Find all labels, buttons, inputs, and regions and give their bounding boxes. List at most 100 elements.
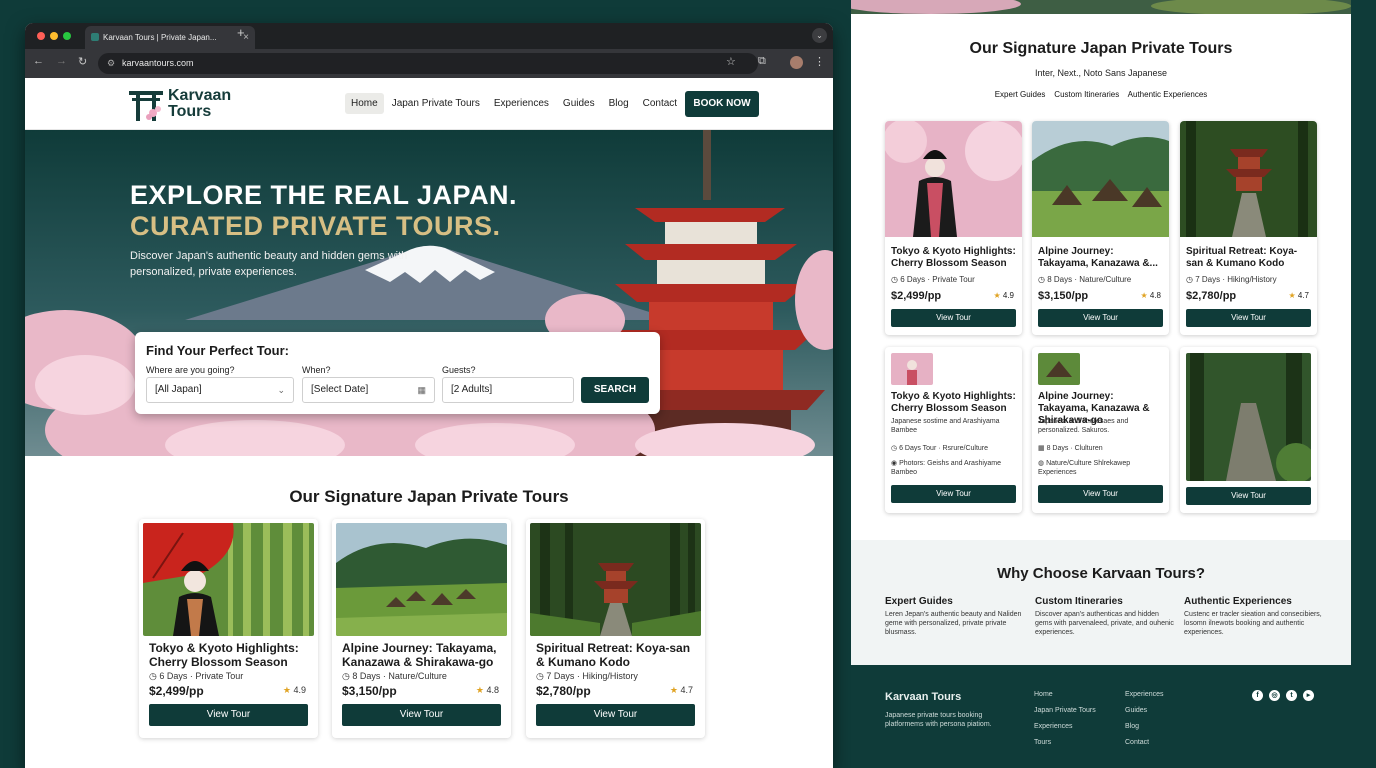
hero-section: EXPLORE THE REAL JAPAN. CURATED PRIVATE … xyxy=(25,130,833,456)
star-icon: ★ xyxy=(993,291,1001,300)
why-col-expert-guides: Expert Guides Leren Jepan's authentic be… xyxy=(885,596,1025,637)
view-tour-button[interactable]: View Tour xyxy=(891,485,1016,503)
where-value: [All Japan] xyxy=(155,384,202,395)
nav-blog[interactable]: Blog xyxy=(603,93,635,114)
twitter-icon[interactable]: t xyxy=(1286,690,1297,701)
clock-icon: ◷ xyxy=(1038,275,1045,284)
tour-meta: ◷ 8 Days · Nature/Culture xyxy=(342,671,447,681)
tour-card[interactable]: View Tour xyxy=(1180,347,1317,513)
tour-card[interactable]: Spiritual Retreat: Koya-san & Kumano Kod… xyxy=(526,519,705,738)
tour-rating: ★ 4.9 xyxy=(993,291,1014,300)
facebook-icon[interactable]: f xyxy=(1252,690,1263,701)
alpine-village-photo xyxy=(336,523,507,636)
back-icon[interactable]: ← xyxy=(33,55,44,67)
clock-icon: ◷ xyxy=(536,671,544,681)
why-choose-section: Why Choose Karvaan Tours? Expert Guides … xyxy=(851,540,1351,665)
calendar-icon: ▦ xyxy=(1038,445,1045,452)
close-window-icon[interactable] xyxy=(37,32,45,40)
footer-link-guides[interactable]: Guides xyxy=(1125,707,1147,714)
tour-card[interactable]: Alpine Journey: Takayama, Kanazawa & Shi… xyxy=(332,519,511,738)
search-button[interactable]: SEARCH xyxy=(581,377,649,403)
tour-price: $2,499/pp xyxy=(891,290,942,302)
nav-guides[interactable]: Guides xyxy=(557,93,601,114)
guests-value: [2 Adults] xyxy=(451,384,493,395)
footer-link-tours[interactable]: Tours xyxy=(1034,739,1051,746)
instagram-icon[interactable]: ◎ xyxy=(1269,690,1280,701)
browser-window: Karvaan Tours | Private Japan... × + ⌄ ←… xyxy=(25,23,833,768)
minimize-window-icon[interactable] xyxy=(50,32,58,40)
forward-icon[interactable]: → xyxy=(56,55,67,67)
view-tour-button[interactable]: View Tour xyxy=(1038,485,1163,503)
footer-link-japan-private-tours[interactable]: Japan Private Tours xyxy=(1034,707,1096,714)
tour-name: Spiritual Retreat: Koya-san & Kumano Kod… xyxy=(1186,246,1298,269)
tour-description: Japanesr and shoresaes and personalized.… xyxy=(1038,418,1129,434)
tour-category: ◍ Nature/Culture Shlrekawep Experiences xyxy=(1038,460,1131,476)
hero-headline-2: CURATED PRIVATE TOURS. xyxy=(130,211,501,241)
view-tour-button[interactable]: View Tour xyxy=(536,704,695,726)
nav-home[interactable]: Home xyxy=(345,93,384,114)
right-panel-page: Our Signature Japan Private Tours Inter,… xyxy=(851,14,1351,665)
youtube-icon[interactable]: ▸ xyxy=(1303,690,1314,701)
why-col-authentic-experiences: Authentic Experiences Custenc er tracler… xyxy=(1184,596,1324,637)
tour-rating: ★ 4.7 xyxy=(669,685,693,695)
tour-card[interactable]: Tokyo & Kyoto Highlights: Cherry Blossom… xyxy=(885,347,1022,513)
tour-name: Alpine Journey: Takayama, Kanazawa & Shi… xyxy=(342,641,497,669)
bookmark-star-icon[interactable]: ☆ xyxy=(726,55,736,68)
nav-japan-private-tours[interactable]: Japan Private Tours xyxy=(386,93,486,114)
view-tour-button[interactable]: View Tour xyxy=(891,309,1016,327)
extensions-icon[interactable]: ⧉ xyxy=(758,55,766,68)
why-title: Why Choose Karvaan Tours? xyxy=(996,565,1206,582)
tour-card[interactable]: Tokyo & Kyoto Highlights: Cherry Blossom… xyxy=(885,121,1022,335)
menu-kebab-icon[interactable]: ⋮ xyxy=(814,55,825,68)
footer-link-contact[interactable]: Contact xyxy=(1125,739,1149,746)
tour-price: $2,780/pp xyxy=(536,684,591,698)
footer-link-blog[interactable]: Blog xyxy=(1125,723,1139,730)
footer-link-experiences-2[interactable]: Experiences xyxy=(1125,691,1164,698)
view-tour-button[interactable]: View Tour xyxy=(1186,487,1311,505)
footer-link-experiences[interactable]: Experiences xyxy=(1034,723,1073,730)
site-footer: Karvaan Tours Japanese private tours boo… xyxy=(851,665,1351,768)
reload-icon[interactable]: ↻ xyxy=(78,55,87,68)
site-info-icon[interactable]: ⚙ xyxy=(107,53,115,74)
tour-card[interactable]: Tokyo & Kyoto Highlights: Cherry Blossom… xyxy=(139,519,318,738)
url-field[interactable]: ⚙ karvaantours.com xyxy=(98,53,758,74)
tour-card[interactable]: Alpine Journey: Takayama, Kanazawa &... … xyxy=(1032,121,1169,335)
book-now-button[interactable]: BOOK NOW xyxy=(685,91,759,117)
tour-name: Spiritual Retreat: Koya-san & Kumano Kod… xyxy=(536,641,691,669)
site-header: Karvaan Tours Home Japan Private Tours E… xyxy=(25,78,833,130)
tab-menu-icon[interactable]: ⌄ xyxy=(812,28,827,43)
tag-custom-itineraries: Custom Itineraries xyxy=(1054,90,1120,99)
nav-experiences[interactable]: Experiences xyxy=(488,93,555,114)
browser-tab[interactable]: Karvaan Tours | Private Japan... × xyxy=(85,26,255,49)
why-heading: Expert Guides xyxy=(885,596,953,607)
guests-field[interactable]: [2 Adults] xyxy=(442,377,574,403)
tour-card[interactable]: Alpine Journey: Takayama, Kanazawa & Shi… xyxy=(1032,347,1169,513)
clock-icon: ◷ xyxy=(1186,275,1193,284)
where-select[interactable]: [All Japan] ⌄ xyxy=(146,377,294,403)
calendar-icon: ▦ xyxy=(417,385,426,395)
footer-link-home[interactable]: Home xyxy=(1034,691,1053,698)
right-section-title: Our Signature Japan Private Tours xyxy=(969,40,1233,57)
torii-logo-icon xyxy=(129,91,163,121)
forest-path-photo xyxy=(1186,353,1311,481)
geisha-photo xyxy=(143,523,314,636)
signature-tours-title: Our Signature Japan Private Tours xyxy=(289,487,569,506)
clock-icon: ◷ xyxy=(891,445,898,452)
star-icon: ★ xyxy=(1140,291,1148,300)
view-tour-button[interactable]: View Tour xyxy=(342,704,501,726)
star-icon: ★ xyxy=(475,685,484,695)
nav-contact[interactable]: Contact xyxy=(637,93,683,114)
view-tour-button[interactable]: View Tour xyxy=(149,704,308,726)
tour-meta: ◷ 7 Days · Hiking/History xyxy=(536,671,638,681)
tour-card[interactable]: Spiritual Retreat: Koya-san & Kumano Kod… xyxy=(1180,121,1317,335)
tour-photos: ◉ Photors: Geishs and Arashiyame Bambeo xyxy=(891,460,1002,476)
new-tab-icon[interactable]: + xyxy=(237,25,245,40)
tab-title: Karvaan Tours | Private Japan... xyxy=(103,33,217,42)
profile-avatar[interactable] xyxy=(790,56,803,69)
tour-thumbnail xyxy=(1038,353,1080,385)
camera-icon: ◉ xyxy=(891,460,898,467)
maximize-window-icon[interactable] xyxy=(63,32,71,40)
view-tour-button[interactable]: View Tour xyxy=(1186,309,1311,327)
view-tour-button[interactable]: View Tour xyxy=(1038,309,1163,327)
date-picker[interactable]: [Select Date] ▦ xyxy=(302,377,435,403)
